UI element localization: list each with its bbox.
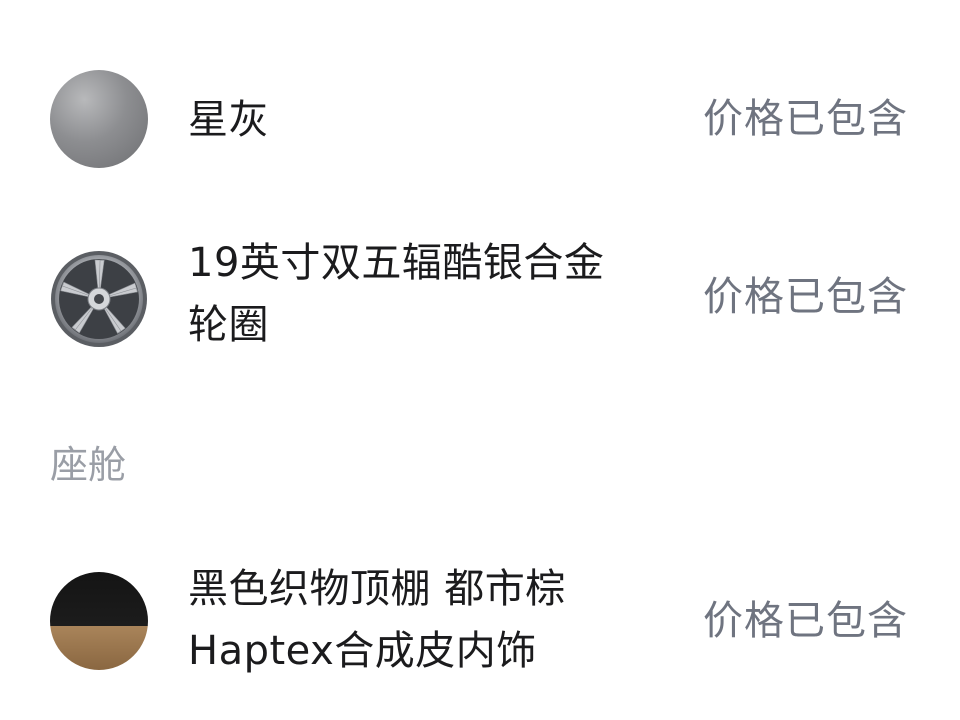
wheel-icon <box>50 250 148 348</box>
option-name-line1: 19英寸双五辐酷银合金 <box>188 240 605 286</box>
option-row-paint[interactable]: 星灰 价格已包含 <box>0 70 960 170</box>
interior-swatch-icon <box>50 572 148 670</box>
section-title-cabin: 座舱 <box>50 443 127 487</box>
color-swatch-icon <box>50 70 148 168</box>
option-name-line1: 黑色织物顶棚 都市棕 <box>188 566 566 612</box>
price-status: 价格已包含 <box>703 274 908 320</box>
option-row-wheel[interactable]: 19英寸双五辐酷银合金 轮圈 价格已包含 <box>0 232 960 362</box>
option-name: 黑色织物顶棚 都市棕 Haptex合成皮内饰 <box>188 558 658 682</box>
option-name: 星灰 <box>188 97 269 143</box>
option-name-line2: Haptex合成皮内饰 <box>188 628 537 674</box>
option-name: 19英寸双五辐酷银合金 轮圈 <box>188 232 658 356</box>
price-status: 价格已包含 <box>703 96 908 142</box>
price-status: 价格已包含 <box>703 598 908 644</box>
option-row-interior[interactable]: 黑色织物顶棚 都市棕 Haptex合成皮内饰 价格已包含 <box>0 558 960 688</box>
option-name-line2: 轮圈 <box>188 302 269 348</box>
